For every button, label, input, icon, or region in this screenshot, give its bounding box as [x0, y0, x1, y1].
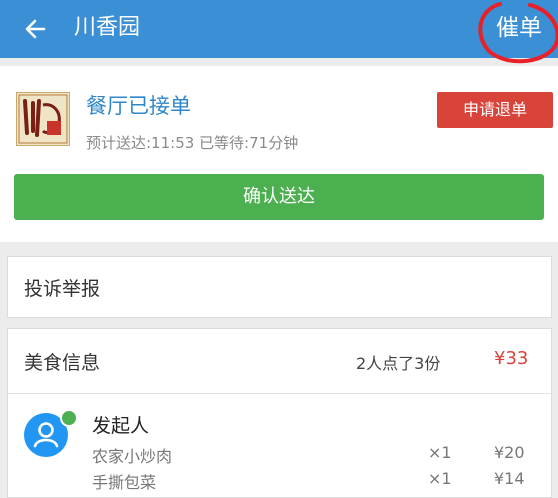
- request-refund-button[interactable]: 申请退单: [437, 92, 553, 128]
- food-info-title: 美食信息: [24, 352, 101, 374]
- order-total: ¥33: [494, 348, 529, 369]
- app-bar: 川香园 催单: [0, 0, 558, 58]
- restaurant-logo: [16, 92, 70, 146]
- list-item-price: ¥14: [494, 469, 525, 488]
- food-info-card: 美食信息 2人点了3份 ¥33 发起人 农家小炒肉 ×1 ¥20 手撕包菜 ×1…: [7, 328, 552, 498]
- back-arrow-icon[interactable]: [20, 14, 50, 44]
- list-item-name: 手撕包菜: [92, 473, 157, 492]
- initiator-label: 发起人: [92, 415, 150, 437]
- list-item-price: ¥20: [494, 443, 525, 462]
- list-item-qty: ×1: [428, 469, 452, 488]
- confirm-delivery-button[interactable]: 确认送达: [14, 174, 544, 220]
- complaint-label: 投诉举报: [24, 278, 101, 300]
- complaint-row[interactable]: 投诉举报: [7, 256, 552, 318]
- order-status-subtitle: 预计送达:11:53 已等待:71分钟: [86, 134, 299, 152]
- order-status-title: 餐厅已接单: [86, 94, 191, 118]
- divider: [8, 393, 551, 394]
- list-item-qty: ×1: [428, 443, 452, 462]
- chat-badge-icon: [60, 409, 78, 427]
- page-title: 川香园: [74, 15, 141, 40]
- remind-order-button[interactable]: 催单: [496, 13, 542, 43]
- order-status-card: 餐厅已接单 预计送达:11:53 已等待:71分钟 申请退单 确认送达: [0, 66, 558, 242]
- order-summary: 2人点了3份: [356, 354, 441, 373]
- list-item-name: 农家小炒肉: [92, 447, 173, 466]
